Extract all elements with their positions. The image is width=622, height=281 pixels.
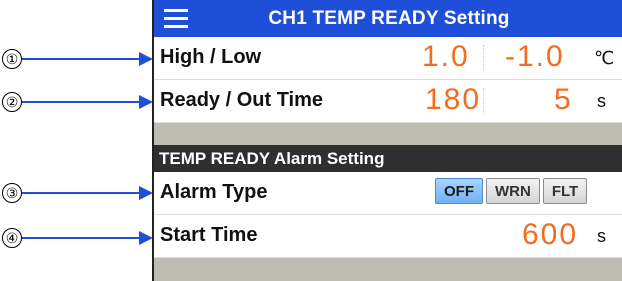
value-separator <box>483 88 484 114</box>
temperature-unit: ℃ <box>594 48 615 68</box>
alarm-section-header: TEMP READY Alarm Setting <box>154 145 622 172</box>
alarm-type-flt-button[interactable]: FLT <box>542 178 588 204</box>
seconds-unit: s <box>597 226 606 246</box>
seconds-unit: s <box>597 91 606 111</box>
alarm-type-wrn-button[interactable]: WRN <box>486 178 540 204</box>
ready-out-time-label: Ready / Out Time <box>160 89 324 111</box>
callout-number-1: ① <box>2 49 22 69</box>
callout-number-2: ② <box>2 92 22 112</box>
alarm-type-off-button[interactable]: OFF <box>435 178 483 204</box>
high-low-label: High / Low <box>160 46 262 68</box>
divider-band <box>154 123 622 145</box>
alarm-type-selector: OFF WRN FLT <box>435 178 590 204</box>
ready-time-value[interactable]: 180 <box>425 83 481 117</box>
high-value[interactable]: 1.0 <box>422 40 470 74</box>
out-time-value[interactable]: 5 <box>554 83 573 117</box>
callout-3: ③ <box>0 182 153 204</box>
callout-number-3: ③ <box>2 183 22 203</box>
callout-number-4: ④ <box>2 228 22 248</box>
arrow-right-icon <box>22 52 153 66</box>
high-low-row: High / Low 1.0 -1.0 ℃ <box>154 37 622 80</box>
alarm-type-row: Alarm Type OFF WRN FLT <box>154 172 622 215</box>
title-bar: CH1 TEMP READY Setting <box>154 0 622 37</box>
start-time-row: Start Time 600 s <box>154 215 622 258</box>
arrow-right-icon <box>22 231 153 245</box>
low-value[interactable]: -1.0 <box>505 40 565 74</box>
callout-2: ② <box>0 91 153 113</box>
alarm-type-label: Alarm Type <box>160 181 268 203</box>
bottom-band <box>154 258 622 281</box>
settings-panel: CH1 TEMP READY Setting High / Low 1.0 -1… <box>152 0 622 281</box>
arrow-right-icon <box>22 95 153 109</box>
start-time-label: Start Time <box>160 224 258 246</box>
page-title: CH1 TEMP READY Setting <box>268 8 510 29</box>
callout-4: ④ <box>0 227 153 249</box>
arrow-right-icon <box>22 186 153 200</box>
value-separator <box>483 45 484 71</box>
start-time-value[interactable]: 600 <box>522 218 578 252</box>
ready-out-time-row: Ready / Out Time 180 5 s <box>154 80 622 123</box>
callout-1: ① <box>0 48 153 70</box>
alarm-section-title: TEMP READY Alarm Setting <box>159 149 385 168</box>
